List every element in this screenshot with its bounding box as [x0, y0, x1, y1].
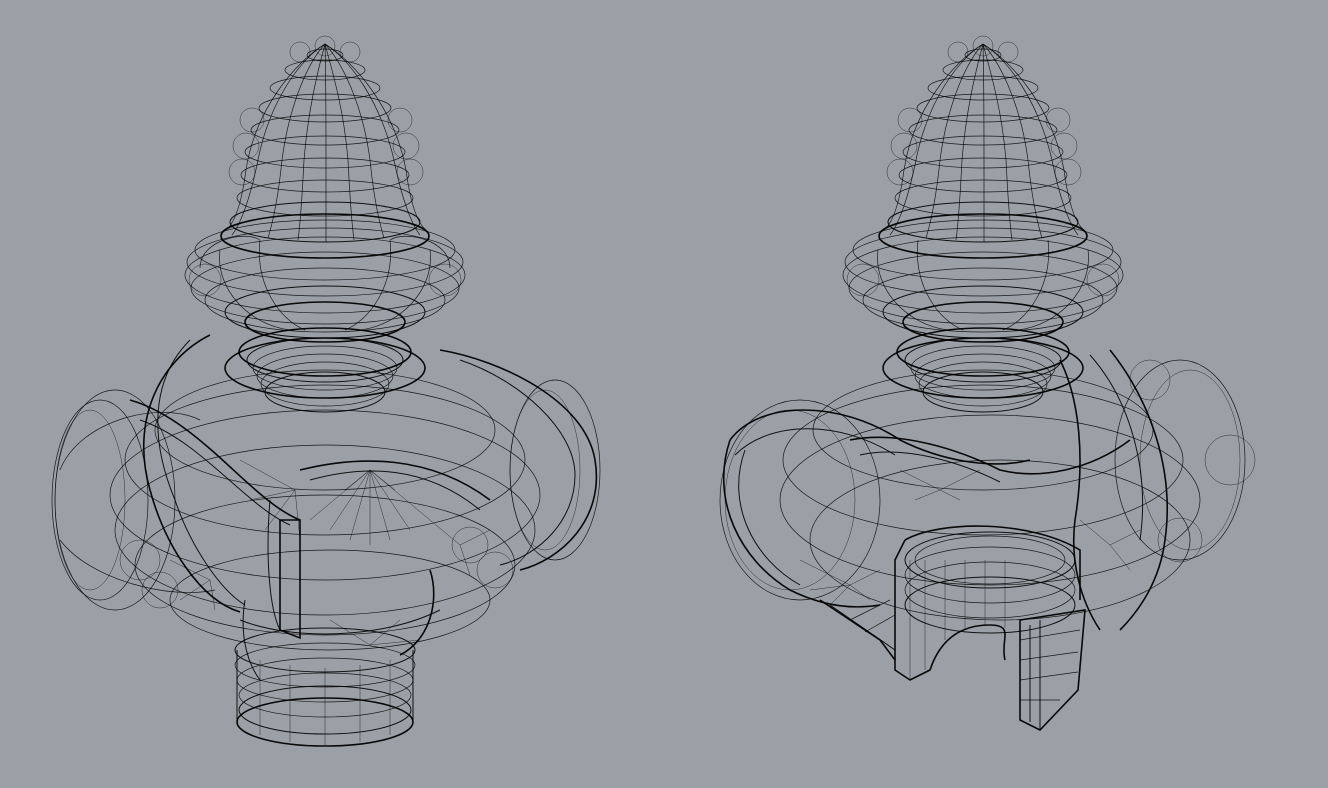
bowl-fan-lines [169, 459, 491, 646]
wireframe-scene[interactable] [0, 0, 1328, 788]
acorn-dome-rings [878, 48, 1088, 259]
finial-left-wireframe[interactable] [51, 35, 601, 747]
acorn-dome-meridians [883, 43, 1085, 242]
bulb-torus [184, 219, 466, 343]
cut-panel-left [242, 499, 435, 681]
acorn-dome-rings [220, 48, 430, 259]
bulb-torus [842, 219, 1124, 343]
acorn-dome-meridians [225, 43, 427, 242]
cad-viewport[interactable] [0, 0, 1328, 788]
bowl-rings [779, 369, 1201, 621]
cutaway-section [819, 525, 1086, 731]
finial-right-wireframe[interactable] [719, 35, 1256, 731]
